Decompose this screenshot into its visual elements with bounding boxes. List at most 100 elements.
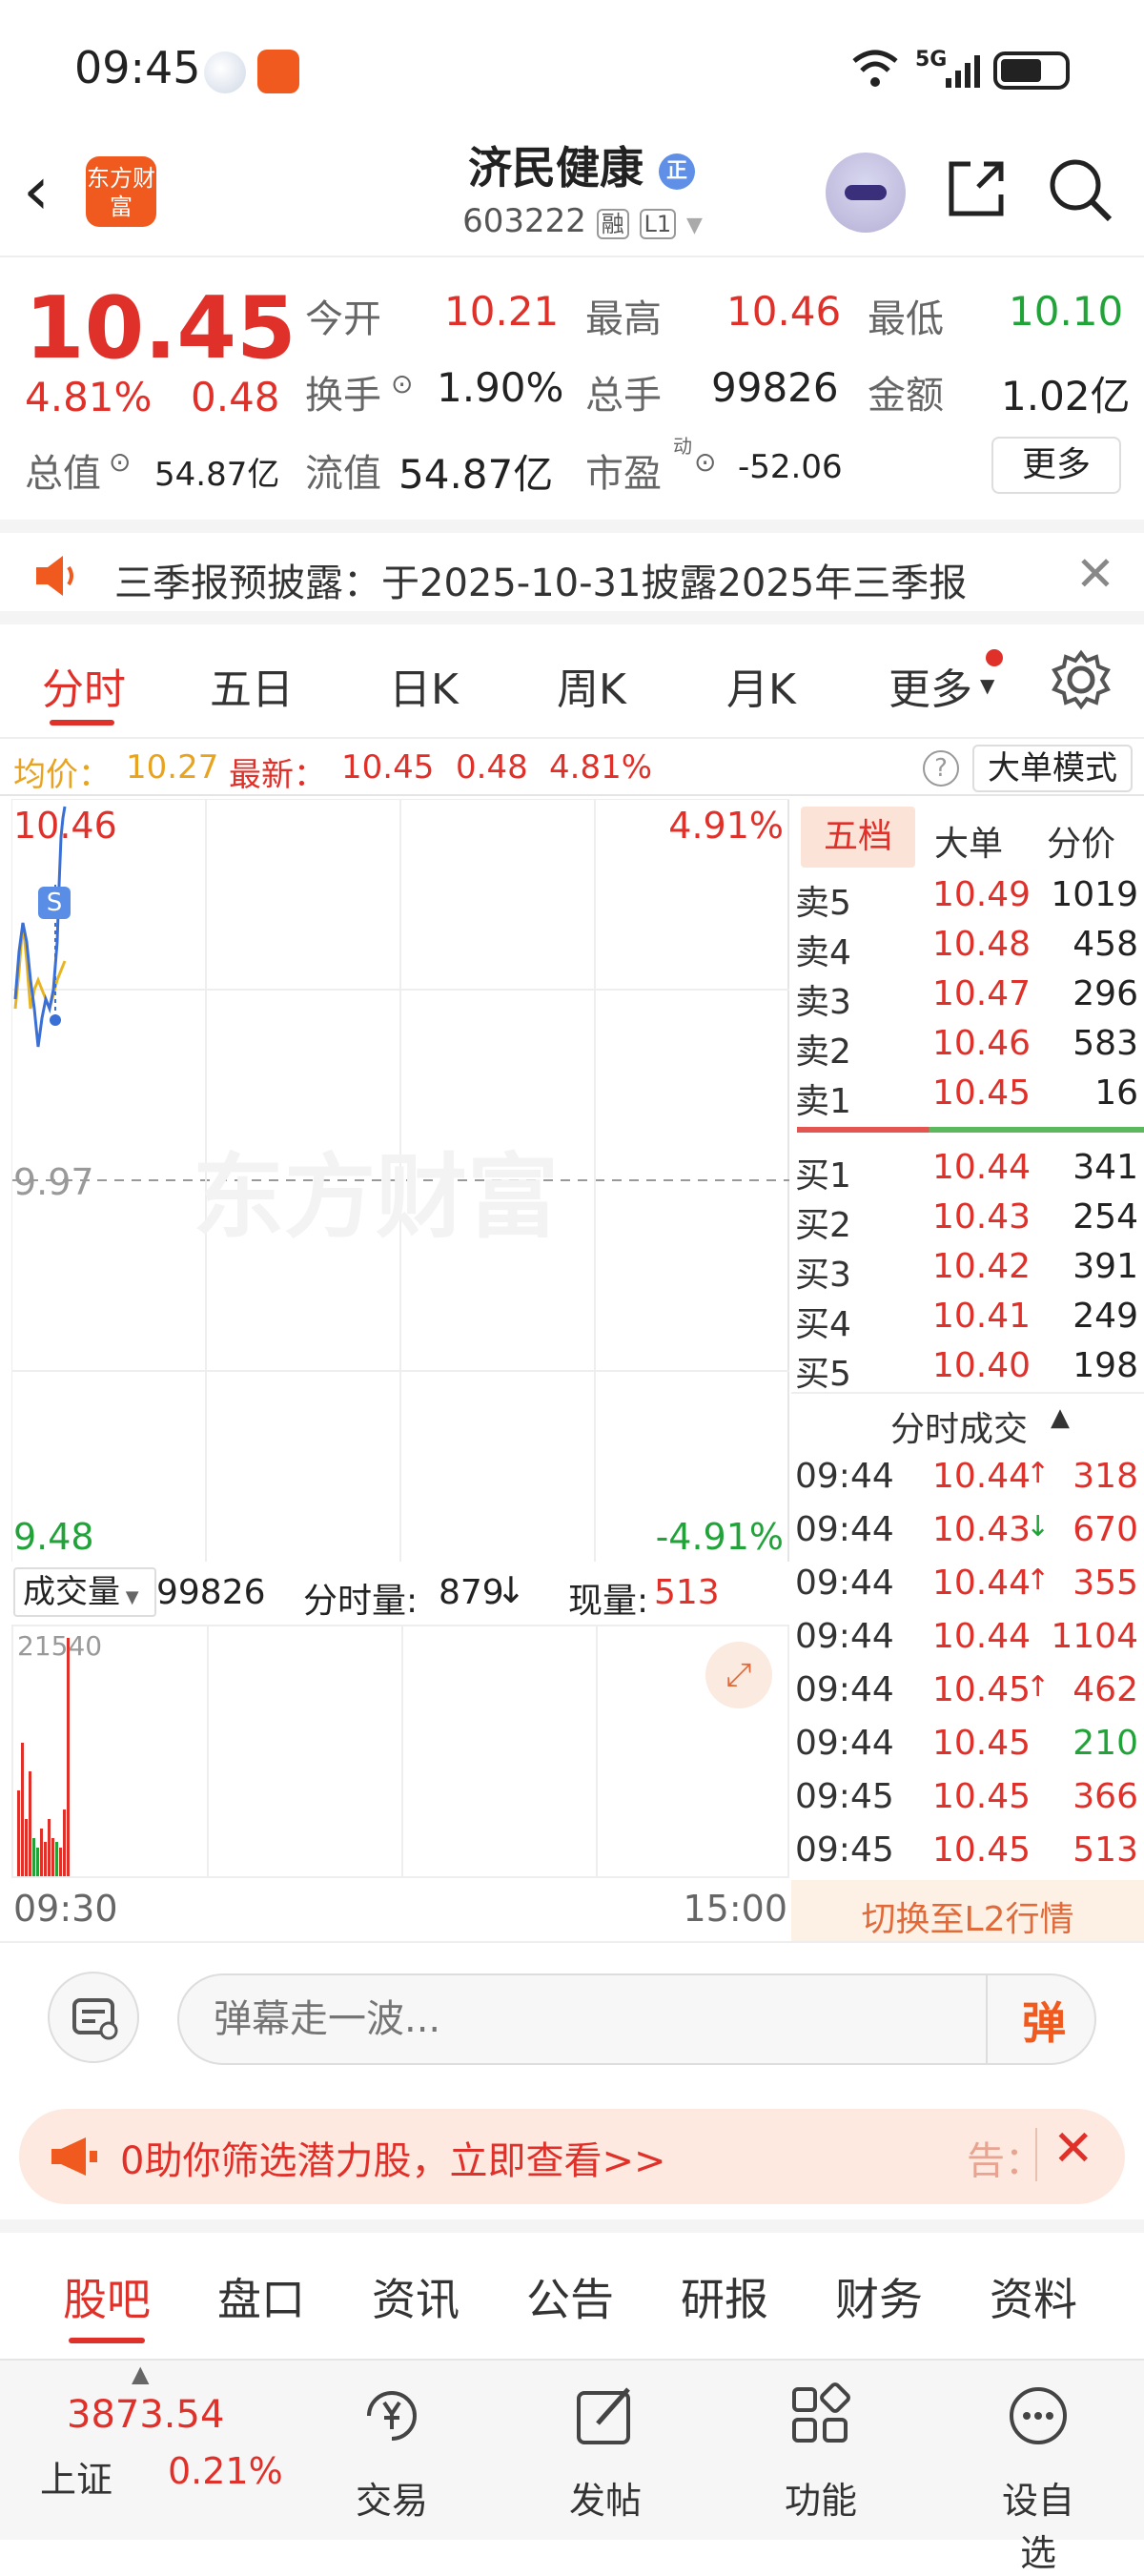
share-icon[interactable]	[944, 154, 1011, 225]
tab-forum[interactable]: 股吧	[63, 2265, 151, 2328]
volume-bar	[48, 1819, 51, 1876]
danmu-bar: 弹	[0, 1941, 1144, 2094]
trade-direction-icon: ↑	[1026, 1457, 1051, 1490]
trade-time: 09:44	[795, 1670, 894, 1709]
stock-code: 603222	[462, 202, 586, 240]
tab-daily-k[interactable]: 日K	[389, 655, 459, 716]
tab-more[interactable]: 更多	[889, 655, 972, 716]
add-watchlist-button[interactable]: 设自选	[986, 2380, 1091, 2574]
trade-volume: 366	[1072, 1777, 1138, 1816]
trade-button[interactable]: 交易	[339, 2380, 444, 2522]
stock-header: ‹ 东方财富 济民健康 正 603222 融 L1 ▼	[0, 133, 1144, 257]
time-end: 15:00	[683, 1888, 787, 1930]
bid-row[interactable]: 买1 10.44 341	[791, 1144, 1144, 1196]
back-icon[interactable]: ‹	[23, 157, 50, 224]
ask-row[interactable]: 卖3 10.47 296	[791, 971, 1144, 1022]
tab-profile[interactable]: 资料	[990, 2265, 1077, 2328]
tab-intraday[interactable]: 分时	[42, 655, 126, 716]
bid-row[interactable]: 买4 10.41 249	[791, 1293, 1144, 1344]
trade-price: 10.44	[932, 1564, 1032, 1603]
post-label: 发帖	[568, 2480, 642, 2522]
danmu-send-button[interactable]: 弹	[1022, 1989, 1066, 2052]
trade-volume: 670	[1072, 1510, 1138, 1549]
info-icon[interactable]: ⊙	[109, 446, 131, 478]
tab-market-depth[interactable]: 盘口	[217, 2265, 305, 2328]
ask-row[interactable]: 卖2 10.46 583	[791, 1020, 1144, 1072]
chart-bottom-price: 9.48	[13, 1516, 94, 1558]
book-tab-five-levels[interactable]: 五档	[801, 807, 915, 868]
tab-financials[interactable]: 财务	[835, 2265, 923, 2328]
tab-weekly-k[interactable]: 周K	[557, 655, 626, 716]
bid-row[interactable]: 买5 10.40 198	[791, 1342, 1144, 1394]
ask-row[interactable]: 卖5 10.49 1019	[791, 871, 1144, 923]
collapse-icon[interactable]: ▲	[1051, 1403, 1070, 1432]
ask-row[interactable]: 卖4 10.48 458	[791, 921, 1144, 972]
switch-l2-button[interactable]: 切换至L2行情	[791, 1880, 1144, 1941]
ask-level-label: 卖5	[795, 884, 851, 923]
trade-direction-icon: ↑	[1026, 1564, 1051, 1597]
volume-chart[interactable]: 21540 ⤢	[11, 1625, 789, 1878]
ask-row[interactable]: 卖1 10.45 16	[791, 1070, 1144, 1121]
trade-price: 10.44	[932, 1457, 1032, 1496]
ask-volume: 296	[1072, 974, 1138, 1013]
book-tab-price-dist[interactable]: 分价	[1047, 816, 1115, 866]
content-tabs: 股吧 盘口 资讯 公告 研报 财务 资料	[0, 2219, 1144, 2343]
bid-row[interactable]: 买2 10.43 254	[791, 1194, 1144, 1245]
danmu-settings-icon[interactable]	[48, 1972, 139, 2063]
tab-research[interactable]: 研报	[681, 2265, 768, 2328]
stock-name[interactable]: 济民健康 正	[448, 133, 715, 194]
expand-up-icon[interactable]: ▲	[132, 2361, 149, 2387]
volume-indicator-select[interactable]: 成交量 ▼	[13, 1567, 156, 1617]
intraday-chart[interactable]: S 10.46 4.91% 9.97 东方财富 9.48 -4.91%	[11, 799, 789, 1562]
stock-name-text: 济民健康	[467, 142, 644, 194]
settings-icon[interactable]	[1051, 649, 1112, 714]
stock-code-row[interactable]: 603222 融 L1 ▼	[444, 202, 721, 244]
divider	[1035, 2128, 1037, 2181]
price-summary-line: 均价： 10.27 最新： 10.45 0.48 4.81% ? 大单模式	[0, 739, 1144, 796]
search-icon[interactable]	[1045, 154, 1115, 229]
ask-volume: 583	[1072, 1024, 1138, 1063]
bid-volume: 391	[1072, 1247, 1138, 1286]
chart-top-percent: 4.91%	[668, 805, 784, 847]
verified-badge: 正	[659, 153, 695, 190]
active-tab-indicator	[50, 720, 114, 726]
expand-icon[interactable]: ⤢	[705, 1642, 772, 1708]
close-icon[interactable]: ✕	[1075, 546, 1115, 602]
bid-row[interactable]: 买3 10.42 391	[791, 1243, 1144, 1295]
danmu-input[interactable]	[214, 1989, 833, 2050]
mktcap-value: 54.87亿	[154, 456, 280, 494]
big-order-mode-button[interactable]: 大单模式	[972, 745, 1133, 792]
sell-marker[interactable]: S	[38, 887, 71, 919]
bid-level-label: 买2	[795, 1206, 851, 1245]
volume-bar	[51, 1838, 54, 1876]
tab-announcements[interactable]: 公告	[526, 2265, 614, 2328]
trade-row: 09:44 10.45 ↑ 462	[791, 1666, 1144, 1716]
tab-monthly-k[interactable]: 月K	[726, 655, 796, 716]
book-tab-big-order[interactable]: 大单	[934, 816, 1003, 866]
features-button[interactable]: 功能	[768, 2380, 873, 2522]
info-icon[interactable]: ⊙	[391, 368, 413, 399]
tab-news[interactable]: 资讯	[372, 2265, 460, 2328]
trade-icon	[367, 2391, 417, 2441]
tab-five-day[interactable]: 五日	[210, 655, 294, 716]
volume-bar	[36, 1848, 39, 1876]
more-button[interactable]: 更多	[991, 437, 1121, 494]
index-widget[interactable]: 3873.54 上证 0.21%	[29, 2389, 296, 2513]
post-button[interactable]: 发帖	[553, 2380, 658, 2522]
notice-bar[interactable]: 三季报预披露：于2025-10-31披露2025年三季报 ✕	[0, 520, 1144, 624]
info-icon[interactable]: ⊙	[694, 446, 716, 478]
bid-price: 10.41	[932, 1297, 1032, 1336]
avg-label: 均价：	[13, 756, 111, 794]
period-volume-value: 879	[439, 1573, 504, 1612]
volume-bar	[21, 1743, 24, 1876]
close-icon[interactable]: ✕	[1052, 2120, 1094, 2177]
volume-bar	[29, 1771, 31, 1876]
volume-bar	[63, 1809, 66, 1876]
mktcap-label: 总值	[25, 452, 101, 496]
brand-logo[interactable]: 东方财富	[86, 156, 156, 227]
trade-time: 09:45	[795, 1777, 894, 1816]
ai-assistant-icon[interactable]	[826, 153, 906, 233]
promo-banner[interactable]: 0助你筛选潜力股，立即查看>> 告： ✕	[19, 2109, 1125, 2204]
help-icon[interactable]: ?	[923, 750, 959, 787]
low-label: 最低	[868, 297, 944, 341]
